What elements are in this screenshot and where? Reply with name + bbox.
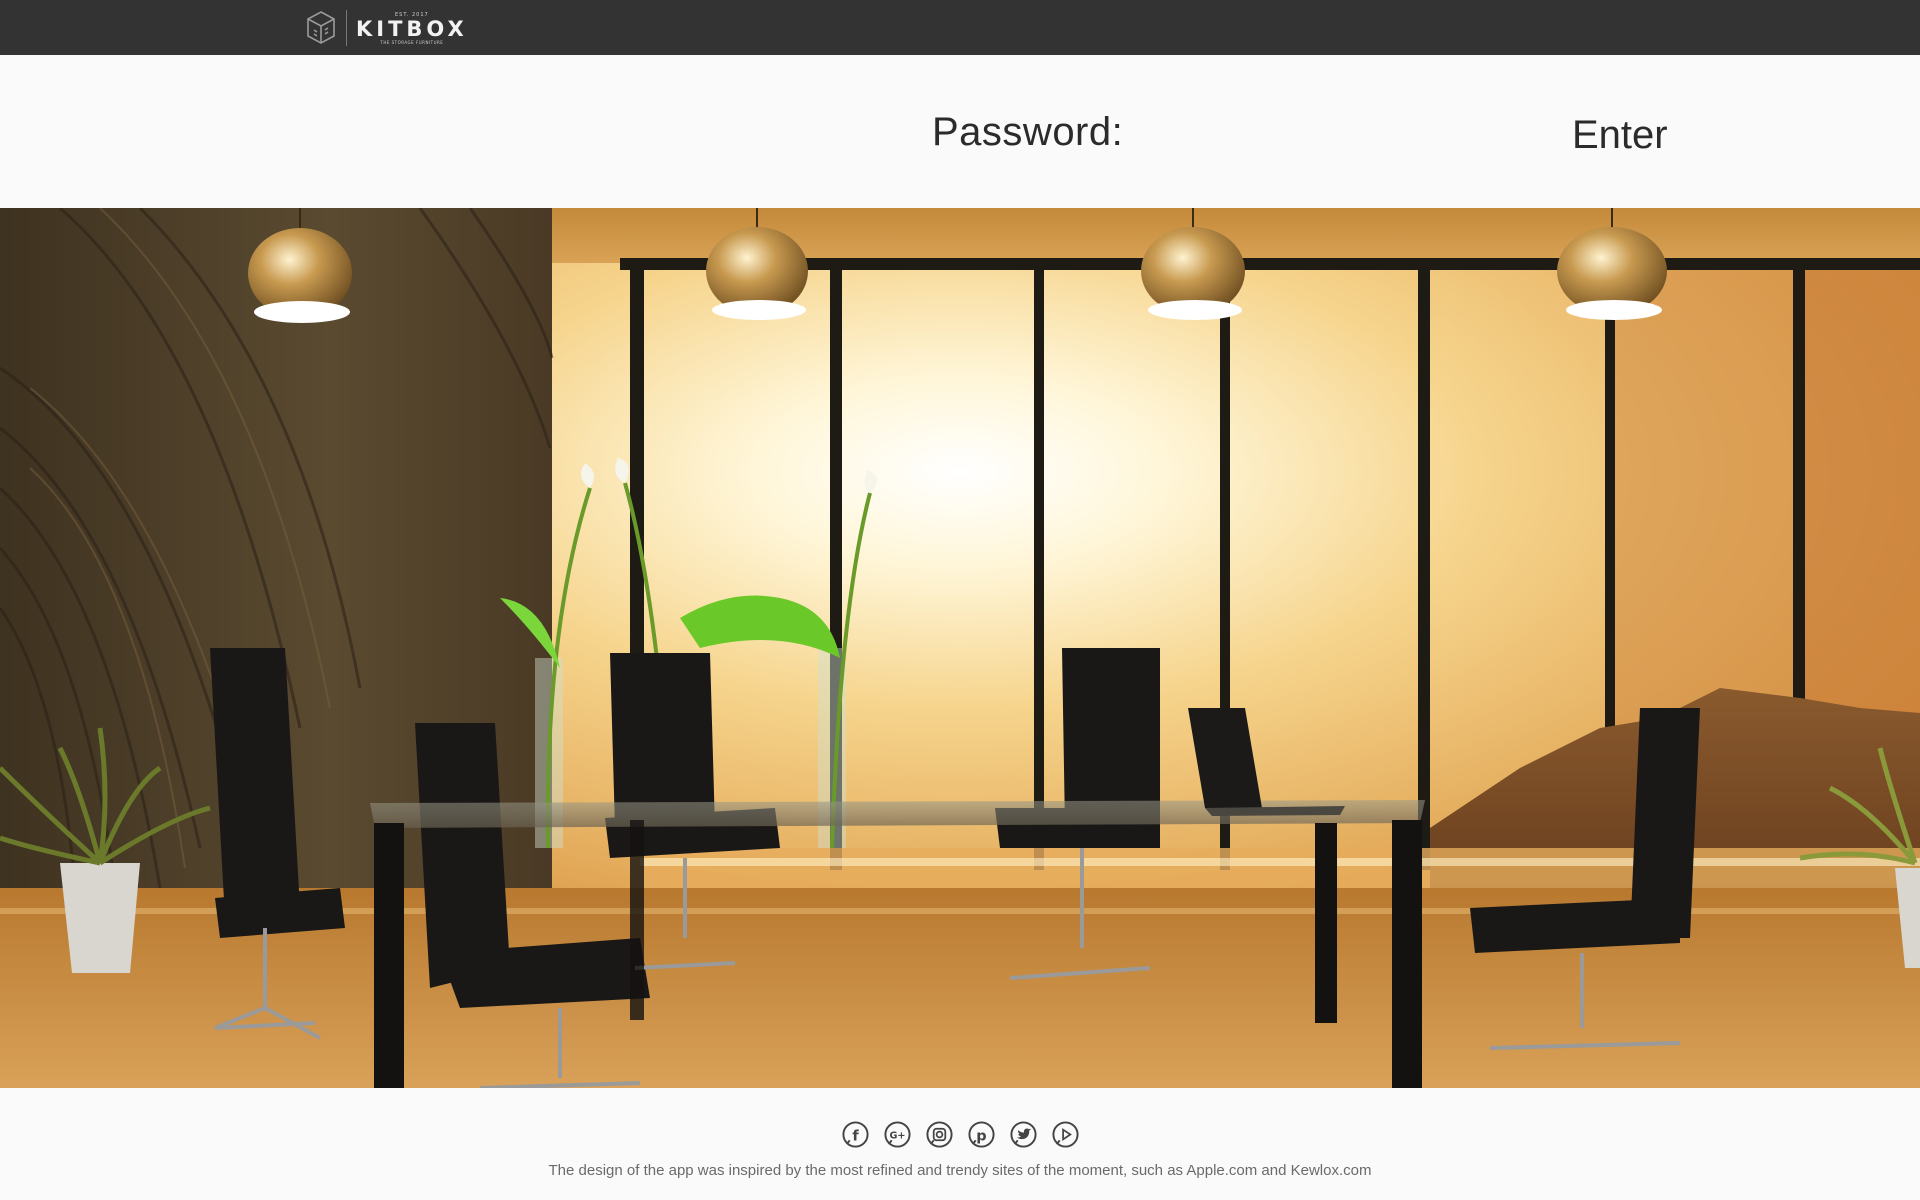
conference-room-illustration [0, 208, 1920, 1088]
password-input[interactable] [1125, 109, 1545, 157]
top-bar: EST. 2017 KITBOX THE STORAGE FURNITURE [0, 0, 1920, 55]
logo-divider [346, 10, 347, 46]
twitter-icon[interactable] [1009, 1120, 1038, 1149]
password-label: Password: [932, 110, 1124, 154]
cube-logo-icon [307, 11, 335, 44]
google-plus-icon[interactable]: G+ [883, 1120, 912, 1149]
logo-wordmark: EST. 2017 KITBOX THE STORAGE FURNITURE [356, 12, 468, 45]
enter-button[interactable]: Enter [1572, 113, 1668, 158]
pinterest-icon[interactable]: p [967, 1120, 996, 1149]
brand-logo[interactable]: EST. 2017 KITBOX THE STORAGE FURNITURE [305, 9, 468, 47]
footer-credit: The design of the app was inspired by th… [548, 1162, 1372, 1179]
footer: f G+ p The design of the app was inspire… [0, 1088, 1920, 1200]
youtube-icon[interactable] [1051, 1120, 1080, 1149]
svg-text:p: p [976, 1128, 986, 1144]
hero-image [0, 208, 1920, 1088]
logo-name: KITBOX [356, 16, 468, 41]
login-band: Password: Enter [0, 55, 1920, 208]
svg-text:f: f [852, 1128, 859, 1144]
logo-tagline: THE STORAGE FURNITURE [380, 39, 444, 45]
social-links: f G+ p [841, 1120, 1080, 1149]
instagram-icon[interactable] [925, 1120, 954, 1149]
facebook-icon[interactable]: f [841, 1120, 870, 1149]
svg-text:G+: G+ [889, 1130, 905, 1141]
